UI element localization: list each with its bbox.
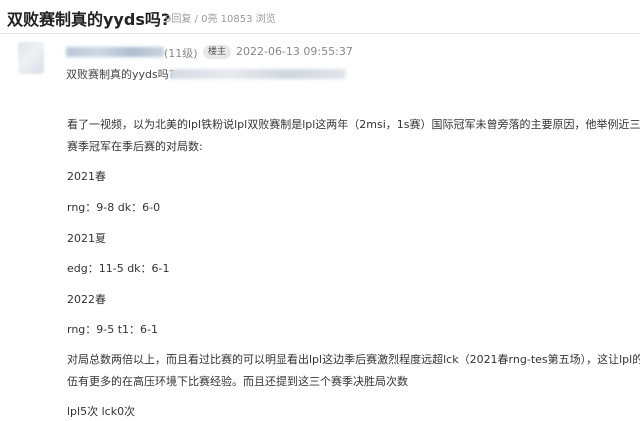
post-body-line: 2021夏 [67, 232, 106, 245]
post-body-line: 2022春 [67, 293, 106, 306]
title-divider [0, 33, 640, 34]
post-body-line: 2021春 [67, 170, 106, 183]
quoted-title-line: 双败赛制真的yyds吗? [66, 66, 626, 82]
post-body-line: rng：9-8 dk：6-0 [67, 201, 161, 214]
quoted-title: 双败赛制真的yyds吗? [66, 68, 175, 81]
post-body-line: rng：9-5 t1：6-1 [67, 323, 159, 336]
post-body-line: 看了一视频，以为北美的lpl铁粉说lpl双败赛制是lpl这两年（2msi，1s赛… [67, 118, 640, 131]
post-time: 2022-06-13 09:55:37 [236, 45, 353, 58]
thread-title-bar: 双败赛制真的yyds吗? 9回复 / 0亮 10853 浏览 [0, 0, 640, 32]
post-body-line: 伍有更多的在高压环境下比赛经验。而且还提到这三个赛季决胜局次数 [67, 375, 408, 388]
thread-stats: 9回复 / 0亮 10853 浏览 [165, 14, 276, 25]
post-header: (11级) 楼主 2022-06-13 09:55:37 [66, 44, 626, 62]
blurred-username[interactable] [66, 47, 164, 57]
op-badge: 楼主 [203, 45, 232, 59]
thread-title: 双败赛制真的yyds吗? [7, 10, 171, 29]
avatar[interactable] [18, 42, 44, 74]
post-body-line: edg：11-5 dk：6-1 [67, 262, 170, 275]
post-body-line: lpl5次 lck0次 [67, 405, 136, 418]
post-body-line: 对局总数两倍以上，而且看过比赛的可以明显看出lpl这边季后赛激烈程度远超lck（… [67, 353, 640, 366]
blurred-quote-text [170, 69, 346, 79]
user-level: (11级) [164, 47, 198, 60]
post-body-line: 赛季冠军在季后赛的对局数: [67, 140, 203, 153]
thread-page: 双败赛制真的yyds吗? 9回复 / 0亮 10853 浏览 (11级) 楼主 … [0, 0, 640, 421]
